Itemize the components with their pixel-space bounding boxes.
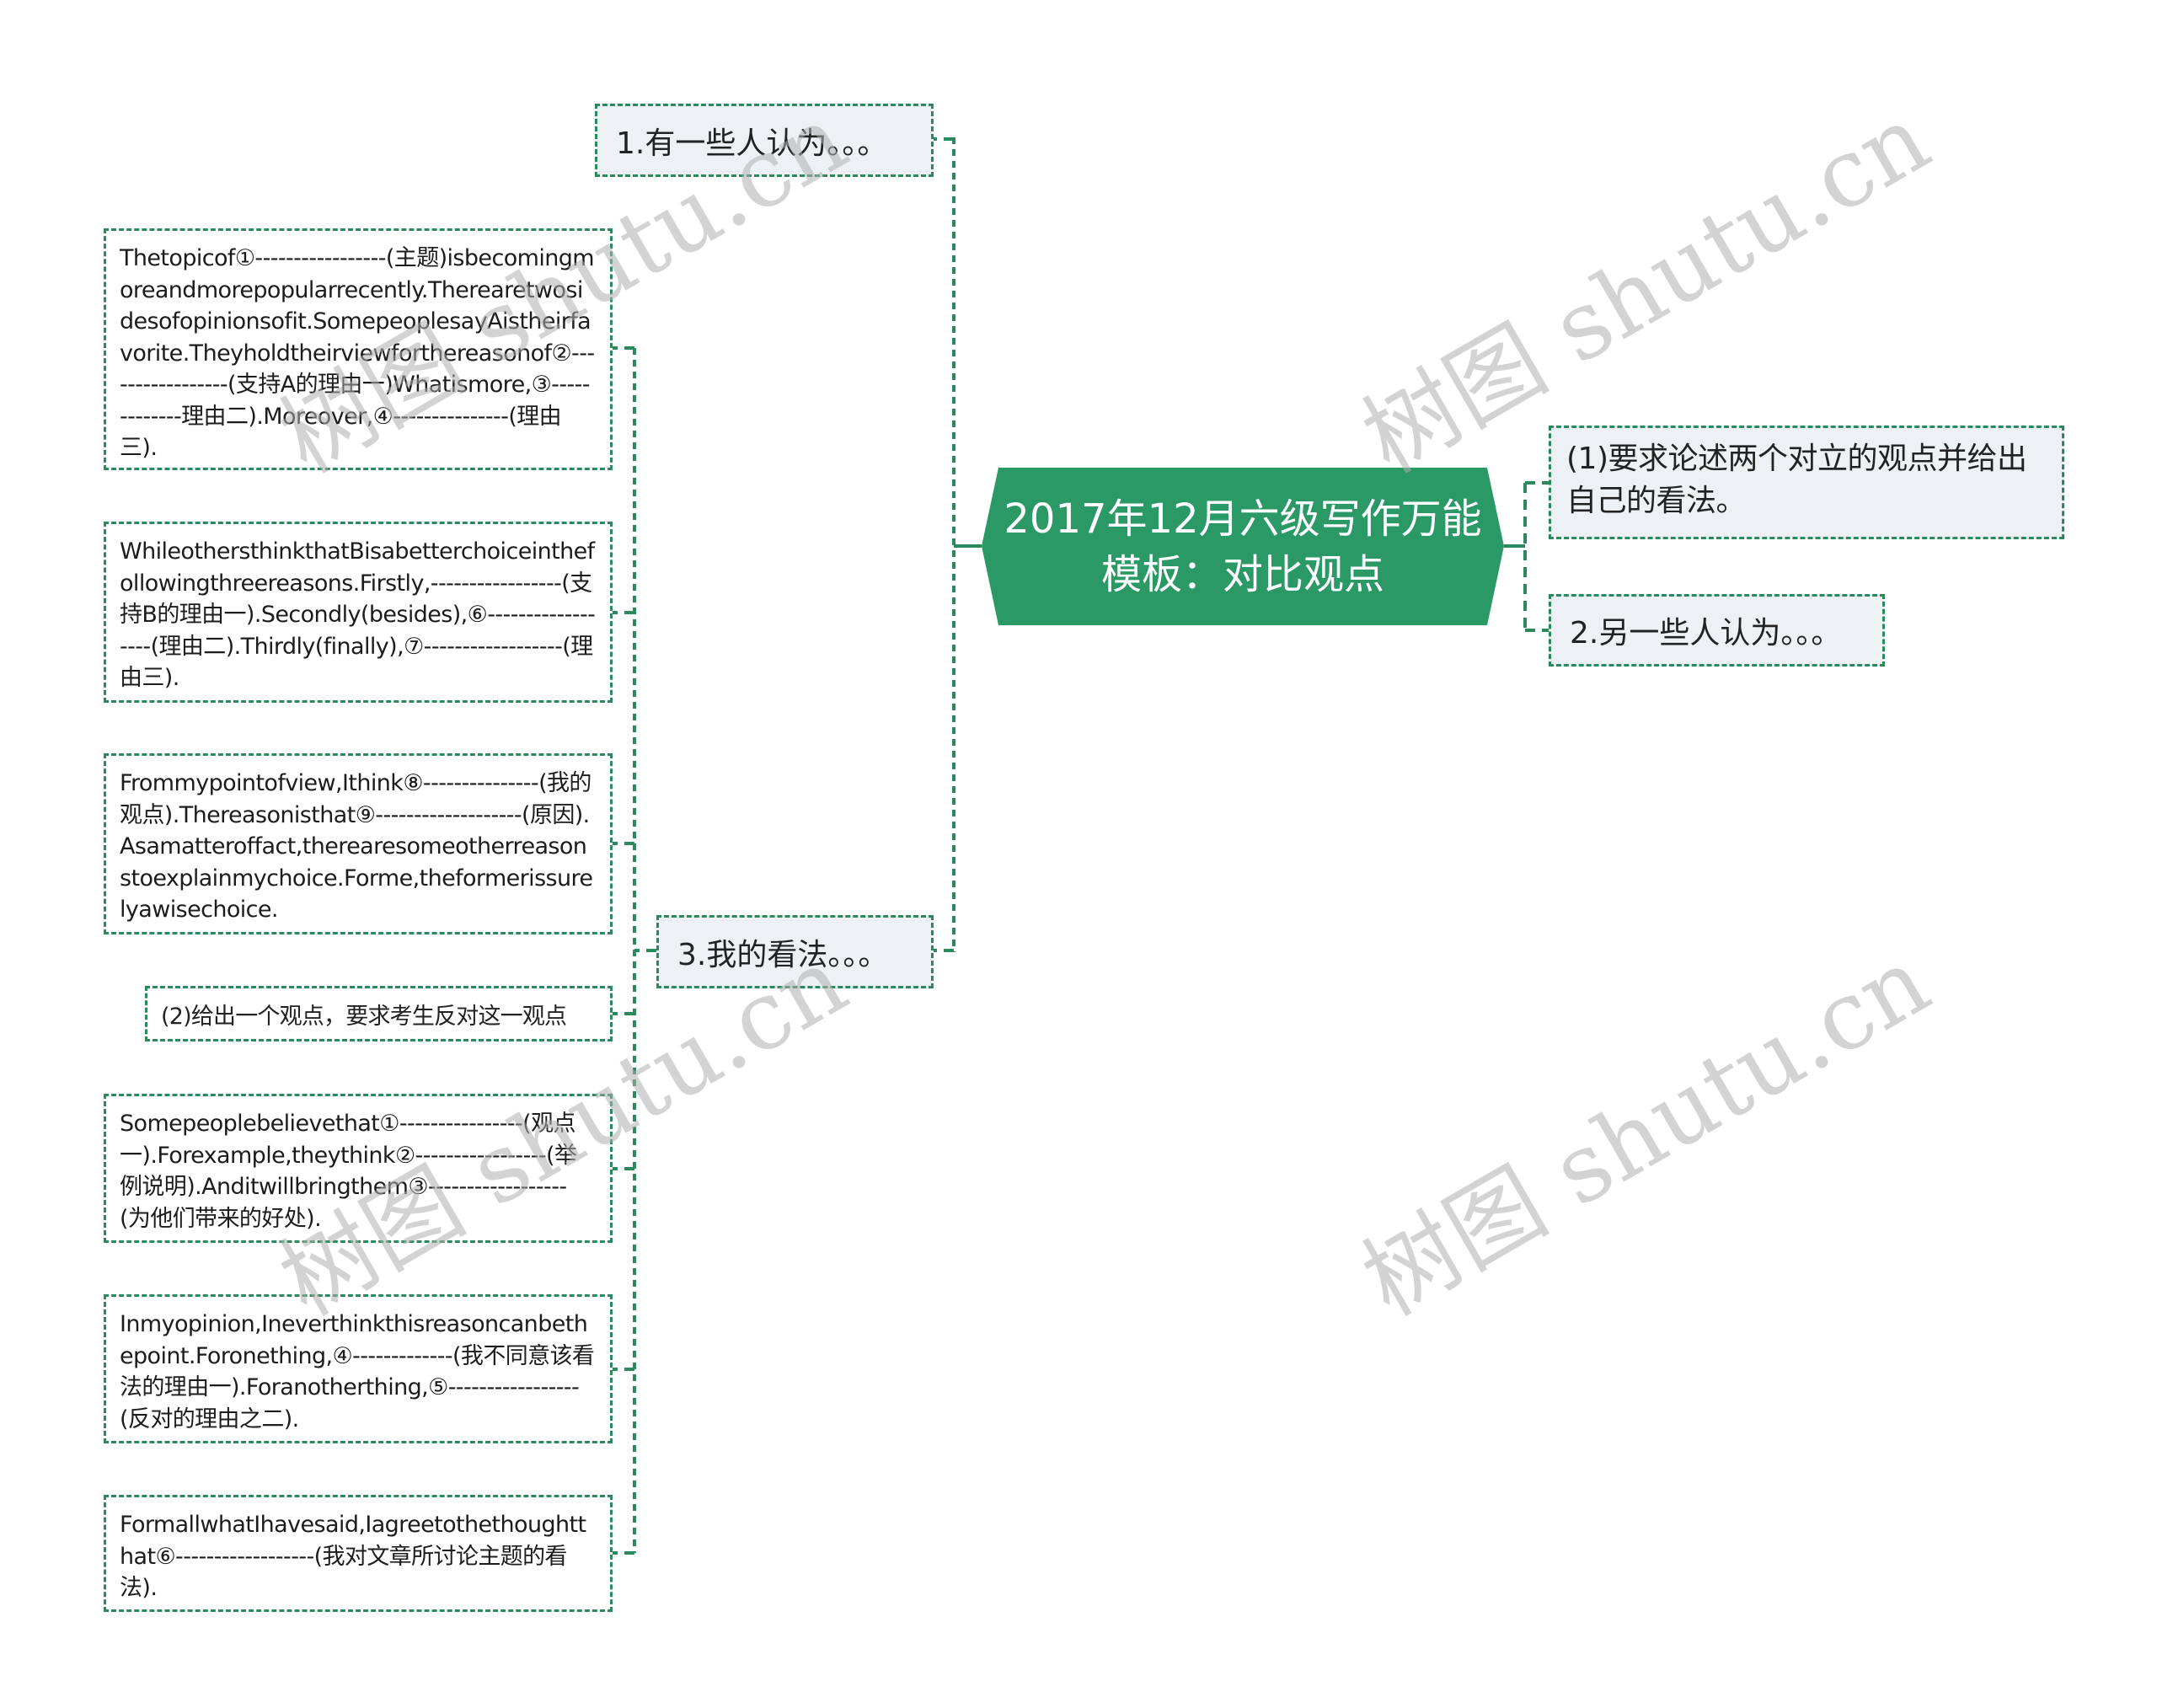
card-text: Thetopicof①-----------------(主题)isbecomi… xyxy=(120,245,595,461)
template-card-5[interactable]: Somepeoplebelievethat①----------------(观… xyxy=(104,1094,613,1243)
card-text: WhileothersthinkthatBisabetterchoiceinth… xyxy=(120,538,596,691)
topic-requirement-1[interactable]: (1)要求论述两个对立的观点并给出自己的看法。 xyxy=(1549,426,2064,539)
card-text: Somepeoplebelievethat①----------------(观… xyxy=(120,1111,577,1232)
topic-label: 1.有一些人认为。。。 xyxy=(616,126,888,161)
topic-some-people-think[interactable]: 1.有一些人认为。。。 xyxy=(595,104,934,177)
card-text: FormallwhatIhavesaid,Iagreetothethoughtt… xyxy=(120,1512,586,1601)
central-topic[interactable]: 2017年12月六级写作万能 模板：对比观点 xyxy=(982,468,1504,625)
central-topic-line-1: 2017年12月六级写作万能 xyxy=(1004,495,1482,543)
subtopic-label: (2)给出一个观点，要求考生反对这一观点 xyxy=(161,1003,567,1030)
topic-label: 3.我的看法。。。 xyxy=(677,937,889,972)
topic-my-opinion[interactable]: 3.我的看法。。。 xyxy=(656,915,934,988)
template-card-1[interactable]: Thetopicof①-----------------(主题)isbecomi… xyxy=(104,228,613,470)
template-card-3[interactable]: Frommypointofview,Ithink⑧---------------… xyxy=(104,753,613,934)
template-card-6[interactable]: Inmyopinion,Ineverthinkthisreasoncanbeth… xyxy=(104,1294,613,1443)
topic-others-think[interactable]: 2.另一些人认为。。。 xyxy=(1549,594,1885,667)
topic-label: (1)要求论述两个对立的观点并给出自己的看法。 xyxy=(1566,442,2027,518)
template-card-7[interactable]: FormallwhatIhavesaid,Iagreetothethoughtt… xyxy=(104,1495,613,1612)
subtopic-oppose-view[interactable]: (2)给出一个观点，要求考生反对这一观点 xyxy=(145,986,613,1041)
template-card-2[interactable]: WhileothersthinkthatBisabetterchoiceinth… xyxy=(104,522,613,703)
card-text: Frommypointofview,Ithink⑧---------------… xyxy=(120,770,593,923)
central-topic-label: 2017年12月六级写作万能 模板：对比观点 xyxy=(982,468,1504,625)
card-text: Inmyopinion,Ineverthinkthisreasoncanbeth… xyxy=(120,1311,595,1432)
topic-label: 2.另一些人认为。。。 xyxy=(1570,616,1842,651)
central-topic-line-2: 模板：对比观点 xyxy=(1100,550,1384,598)
